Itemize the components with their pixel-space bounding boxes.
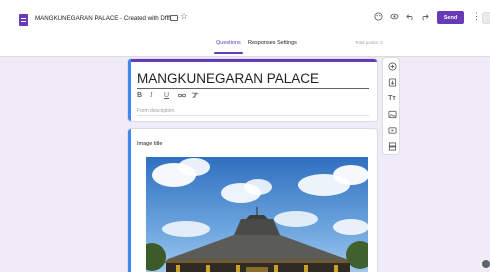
link-icon[interactable] [178,92,186,101]
add-title-icon[interactable]: Tт [387,93,397,103]
import-questions-icon[interactable] [387,77,397,87]
help-icon[interactable] [482,260,490,268]
active-tab-indicator [214,52,243,54]
form-description-field[interactable]: Form description [137,108,174,114]
avatar[interactable] [482,12,490,24]
underline-button[interactable]: U [164,92,169,99]
redo-icon[interactable] [420,12,429,23]
tab-settings[interactable]: Settings [277,40,297,46]
palace-photo [146,157,368,272]
clear-format-icon[interactable] [191,92,199,101]
tab-questions[interactable]: Questions [216,40,241,46]
forms-app-icon[interactable] [19,14,28,26]
undo-icon[interactable] [406,12,415,23]
palette-icon[interactable] [374,12,383,23]
send-button[interactable]: Send [437,11,464,24]
add-video-icon[interactable] [387,125,397,135]
folder-icon[interactable] [170,15,178,21]
floating-toolbar: Tт [382,57,400,155]
bold-button[interactable]: B [137,92,142,99]
tab-responses[interactable]: Responses [248,40,276,46]
add-image-icon[interactable] [387,109,397,119]
form-tabs: Questions Responses Settings Total point… [0,38,490,57]
focus-indicator [128,59,131,121]
app-header: MANGKUNEGARAN PALACE - Created with Dfff… [0,0,490,57]
title-underline [137,88,369,89]
description-underline [137,115,369,116]
image-title-field[interactable]: Image title [137,141,162,147]
add-question-icon[interactable] [387,61,397,71]
star-icon[interactable]: ☆ [180,12,188,21]
theme-top-bar [128,59,377,62]
italic-button[interactable]: I [150,92,152,99]
more-vert-icon[interactable]: ⋮ [472,12,481,21]
focus-indicator [128,129,131,272]
add-section-icon[interactable] [387,141,397,151]
eye-icon[interactable] [390,12,399,23]
total-points: Total points: 0 [355,40,383,45]
document-title[interactable]: MANGKUNEGARAN PALACE - Created with Dfff… [35,15,172,22]
form-title[interactable]: MANGKUNEGARAN PALACE [137,71,319,86]
form-title-card[interactable]: MANGKUNEGARAN PALACE B I U Form descript… [127,58,378,122]
image-item-card[interactable]: Image title [127,128,378,272]
